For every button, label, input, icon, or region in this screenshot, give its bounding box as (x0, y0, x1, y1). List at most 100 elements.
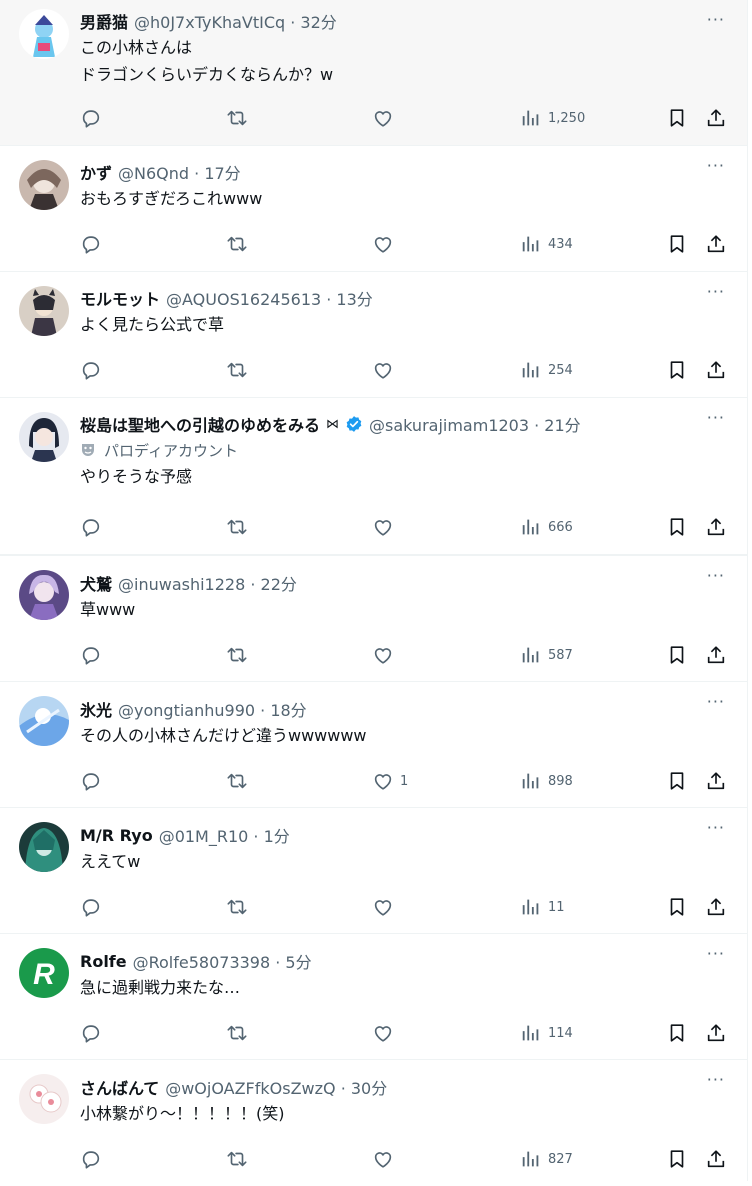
avatar[interactable] (19, 9, 69, 59)
share-button[interactable] (705, 232, 727, 256)
views-button[interactable]: 827 (520, 1147, 573, 1171)
views-button[interactable]: 898 (520, 769, 573, 793)
parody-label: パロディアカウント (80, 439, 727, 461)
handle-time[interactable]: @Rolfe58073398 · 5分 (133, 949, 312, 973)
reply-button[interactable] (80, 106, 102, 130)
retweet-button[interactable] (226, 643, 248, 667)
handle-time[interactable]: @h0J7xTyKhaVtICq · 32分 (134, 9, 337, 33)
share-button[interactable] (705, 1021, 727, 1045)
action-bar: 434 (80, 232, 727, 256)
reply-button[interactable] (80, 895, 102, 919)
bookmark-button[interactable] (666, 1021, 688, 1045)
display-name[interactable]: さんばんて (80, 1075, 159, 1099)
handle-time[interactable]: @01M_R10 · 1分 (159, 823, 290, 847)
tweet-content: M/R Ryo @01M_R10 · 1分 ええてw (80, 824, 727, 875)
display-name[interactable]: かず (80, 160, 112, 184)
avatar[interactable] (19, 696, 69, 746)
tweet[interactable]: ··· 桜島は聖地への引越のゆめをみる ⋈ @sakurajimam1203 ·… (0, 398, 747, 556)
bookmark-button[interactable] (666, 895, 688, 919)
like-button[interactable] (372, 895, 400, 919)
like-button[interactable] (372, 358, 400, 382)
like-icon (374, 774, 392, 790)
retweet-button[interactable] (226, 106, 248, 130)
views-button[interactable]: 1,250 (520, 106, 585, 130)
share-button[interactable] (705, 358, 727, 382)
views-button[interactable]: 434 (520, 232, 573, 256)
like-button[interactable]: 1 (372, 769, 408, 793)
tweet[interactable]: ··· 犬鷲 @inuwashi1228 · 22分 草www 587 (0, 556, 747, 682)
handle-time[interactable]: @N6Qnd · 17分 (118, 160, 241, 184)
retweet-icon (227, 773, 247, 789)
display-name[interactable]: M/R Ryo (80, 826, 153, 845)
like-button[interactable] (372, 1021, 400, 1045)
retweet-button[interactable] (226, 232, 248, 256)
reply-button[interactable] (80, 515, 102, 539)
share-button[interactable] (705, 643, 727, 667)
views-button[interactable]: 114 (520, 1021, 573, 1045)
bookmark-button[interactable] (666, 769, 688, 793)
tweet[interactable]: R ··· Rolfe @Rolfe58073398 · 5分 急に過剰戦力来たな… (0, 934, 747, 1060)
handle-time[interactable]: @sakurajimam1203 · 21分 (369, 412, 581, 436)
retweet-button[interactable] (226, 1147, 248, 1171)
reply-button[interactable] (80, 769, 102, 793)
like-icon (374, 363, 392, 379)
handle-time[interactable]: @yongtianhu990 · 18分 (118, 697, 307, 721)
retweet-button[interactable] (226, 895, 248, 919)
display-name[interactable]: Rolfe (80, 952, 127, 971)
like-button[interactable] (372, 1147, 400, 1171)
display-name[interactable]: 男爵猫 (80, 9, 128, 33)
retweet-button[interactable] (226, 358, 248, 382)
display-name[interactable]: 氷光 (80, 697, 112, 721)
retweet-button[interactable] (226, 1021, 248, 1045)
bookmark-button[interactable] (666, 232, 688, 256)
like-button[interactable] (372, 106, 400, 130)
avatar[interactable] (19, 822, 69, 872)
like-button[interactable] (372, 515, 400, 539)
handle-time[interactable]: @inuwashi1228 · 22分 (118, 571, 297, 595)
display-name[interactable]: 桜島は聖地への引越のゆめをみる (80, 412, 320, 436)
tweet[interactable]: ··· 氷光 @yongtianhu990 · 18分 その人の小林さんだけど違う… (0, 682, 747, 808)
avatar[interactable]: R (19, 948, 69, 998)
bookmark-button[interactable] (666, 106, 688, 130)
retweet-button[interactable] (226, 515, 248, 539)
share-button[interactable] (705, 515, 727, 539)
handle-time[interactable]: @AQUOS16245613 · 13分 (166, 286, 373, 310)
like-button[interactable] (372, 232, 400, 256)
views-button[interactable]: 254 (520, 358, 573, 382)
share-button[interactable] (705, 1147, 727, 1171)
verified-badge-icon[interactable] (345, 415, 363, 433)
tweet[interactable]: ··· かず @N6Qnd · 17分 おもろすぎだろこれwww 434 (0, 146, 747, 272)
bookmark-button[interactable] (666, 358, 688, 382)
reply-button[interactable] (80, 1147, 102, 1171)
like-button[interactable] (372, 643, 400, 667)
bookmark-button[interactable] (666, 1147, 688, 1171)
handle-time[interactable]: @wOjOAZFfkOsZwzQ · 30分 (165, 1075, 387, 1099)
display-name[interactable]: モルモット (80, 286, 160, 310)
reply-timeline: ··· 男爵猫 @h0J7xTyKhaVtICq · 32分 この小林さんは ドラ… (0, 0, 748, 1181)
bookmark-button[interactable] (666, 643, 688, 667)
view-count: 114 (548, 1025, 573, 1041)
tweet[interactable]: ··· さんばんて @wOjOAZFfkOsZwzQ · 30分 小林繋がり～！！… (0, 1060, 747, 1186)
retweet-button[interactable] (226, 769, 248, 793)
avatar[interactable] (19, 1074, 69, 1124)
reply-button[interactable] (80, 232, 102, 256)
display-name[interactable]: 犬鷲 (80, 571, 112, 595)
share-button[interactable] (705, 895, 727, 919)
share-button[interactable] (705, 106, 727, 130)
bookmark-button[interactable] (666, 515, 688, 539)
reply-button[interactable] (80, 643, 102, 667)
views-button[interactable]: 666 (520, 515, 573, 539)
reply-button[interactable] (80, 358, 102, 382)
avatar[interactable] (19, 412, 69, 462)
avatar[interactable] (19, 286, 69, 336)
tweet[interactable]: ··· 男爵猫 @h0J7xTyKhaVtICq · 32分 この小林さんは ドラ… (0, 0, 747, 146)
reply-button[interactable] (80, 1021, 102, 1045)
avatar[interactable] (19, 570, 69, 620)
views-button[interactable]: 587 (520, 643, 573, 667)
views-button[interactable]: 11 (520, 895, 565, 919)
tweet[interactable]: ··· モルモット @AQUOS16245613 · 13分 よく見たら公式で草 … (0, 272, 747, 398)
tweet[interactable]: ··· M/R Ryo @01M_R10 · 1分 ええてw 11 (0, 808, 747, 934)
share-icon (707, 1150, 725, 1168)
avatar[interactable] (19, 160, 69, 210)
share-button[interactable] (705, 769, 727, 793)
